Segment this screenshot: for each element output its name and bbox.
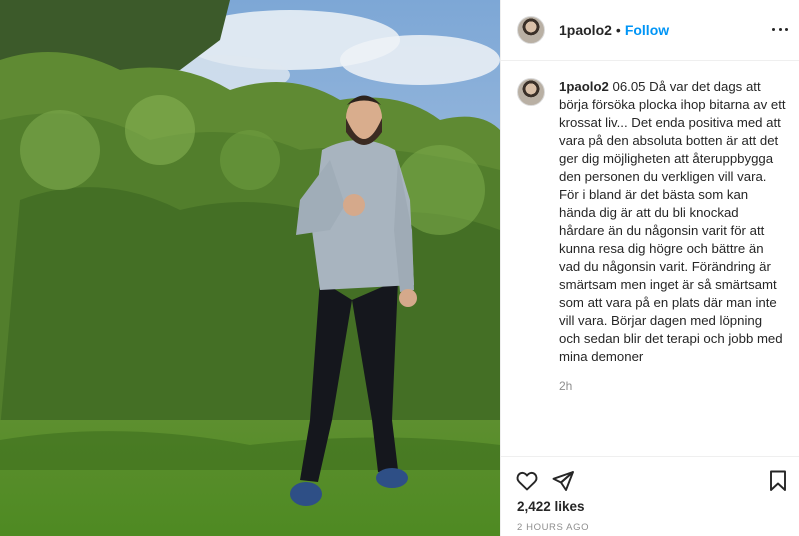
caption-timestamp[interactable]: 2h [559, 379, 786, 393]
post-actions: 2,422 likes 2 HOURS AGO [501, 456, 799, 536]
caption-text: 06.05 Då var det dags att börja försöka … [559, 79, 786, 364]
caption-avatar[interactable] [517, 78, 545, 106]
more-dot [772, 27, 775, 31]
caption-username[interactable]: 1paolo2 [559, 79, 609, 94]
likes-count[interactable]: 2,422 likes [517, 499, 585, 514]
more-options-icon[interactable] [772, 21, 788, 37]
header-username[interactable]: 1paolo2 [559, 22, 612, 38]
follow-button[interactable]: Follow [625, 22, 669, 38]
more-dot [778, 27, 782, 31]
bookmark-icon[interactable] [766, 469, 790, 493]
comments-area: 1paolo2 06.05 Då var det dags att börja … [501, 62, 799, 456]
post-timestamp[interactable]: 2 HOURS AGO [517, 522, 589, 533]
heart-icon[interactable] [515, 469, 539, 493]
more-dot [785, 27, 788, 31]
separator-dot: • [615, 22, 621, 38]
caption: 1paolo2 06.05 Då var det dags att börja … [559, 78, 786, 366]
post-side-panel: 1paolo2 • Follow 1paolo2 06.05 Då var de… [500, 0, 799, 536]
paper-plane-icon[interactable] [551, 469, 575, 493]
avatar[interactable] [517, 16, 545, 44]
caption-row: 1paolo2 06.05 Då var det dags att börja … [517, 78, 786, 393]
post-image [0, 0, 500, 536]
post-photo[interactable] [0, 0, 500, 536]
caption-body: 1paolo2 06.05 Då var det dags att börja … [559, 78, 786, 393]
post-header: 1paolo2 • Follow [501, 0, 799, 61]
